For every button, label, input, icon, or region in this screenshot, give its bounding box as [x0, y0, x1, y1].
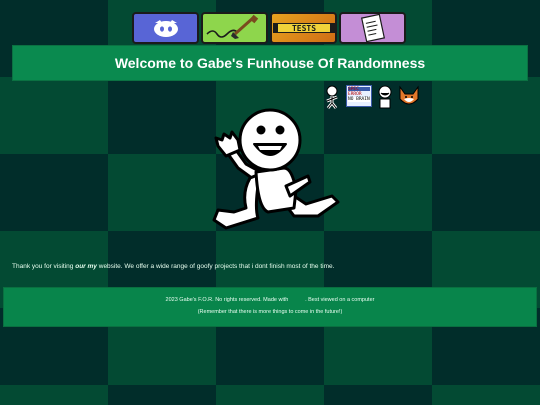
tests-button[interactable]: TESTS — [270, 12, 337, 44]
error-badge-line2: NO BRAIN — [348, 97, 370, 102]
error-badge: SPEC ERROR NO BRAIN — [346, 85, 372, 107]
error-badge-top: SPEC — [348, 87, 370, 92]
footer-suffix: . Best viewed on a computer — [305, 297, 375, 303]
page-title: Welcome to Gabe's Funhouse Of Randomness — [114, 55, 426, 71]
tests-label: TESTS — [291, 24, 315, 33]
site-footer: 2023 Gabe's F.O.R. No rights reserved. M… — [3, 287, 537, 327]
notes-paper-icon — [360, 14, 385, 42]
footer-line-1: 2023 Gabe's F.O.R. No rights reserved. M… — [4, 297, 536, 303]
tests-tape-icon: TESTS — [272, 23, 335, 33]
footer-made-with-link[interactable] — [290, 297, 305, 303]
fox-face-icon — [399, 85, 419, 105]
footer-prefix: 2023 Gabe's F.O.R. No rights reserved. M… — [165, 297, 290, 303]
grinning-face-icon — [378, 85, 392, 109]
notes-button[interactable] — [339, 12, 406, 44]
paintbrush-icon — [205, 14, 258, 39]
badge-row: SPEC ERROR NO BRAIN — [322, 85, 420, 109]
intro-em-our: our — [75, 263, 86, 270]
discord-button[interactable] — [132, 12, 199, 44]
intro-em-my: my — [87, 263, 97, 270]
intro-prefix: Thank you for visiting — [12, 263, 76, 270]
mascot-illustration — [212, 108, 340, 230]
stick-figure-icon — [326, 85, 338, 109]
intro-text: Thank you for visiting our my website. W… — [12, 263, 334, 270]
art-button[interactable] — [201, 12, 268, 44]
site-header: Welcome to Gabe's Funhouse Of Randomness — [12, 45, 528, 81]
footer-line-2: (Remember that there is more things to c… — [197, 309, 343, 315]
intro-suffix: website. We offer a wide range of goofy … — [96, 263, 335, 270]
nav-bar: TESTS — [132, 12, 406, 44]
discord-icon — [153, 20, 178, 37]
